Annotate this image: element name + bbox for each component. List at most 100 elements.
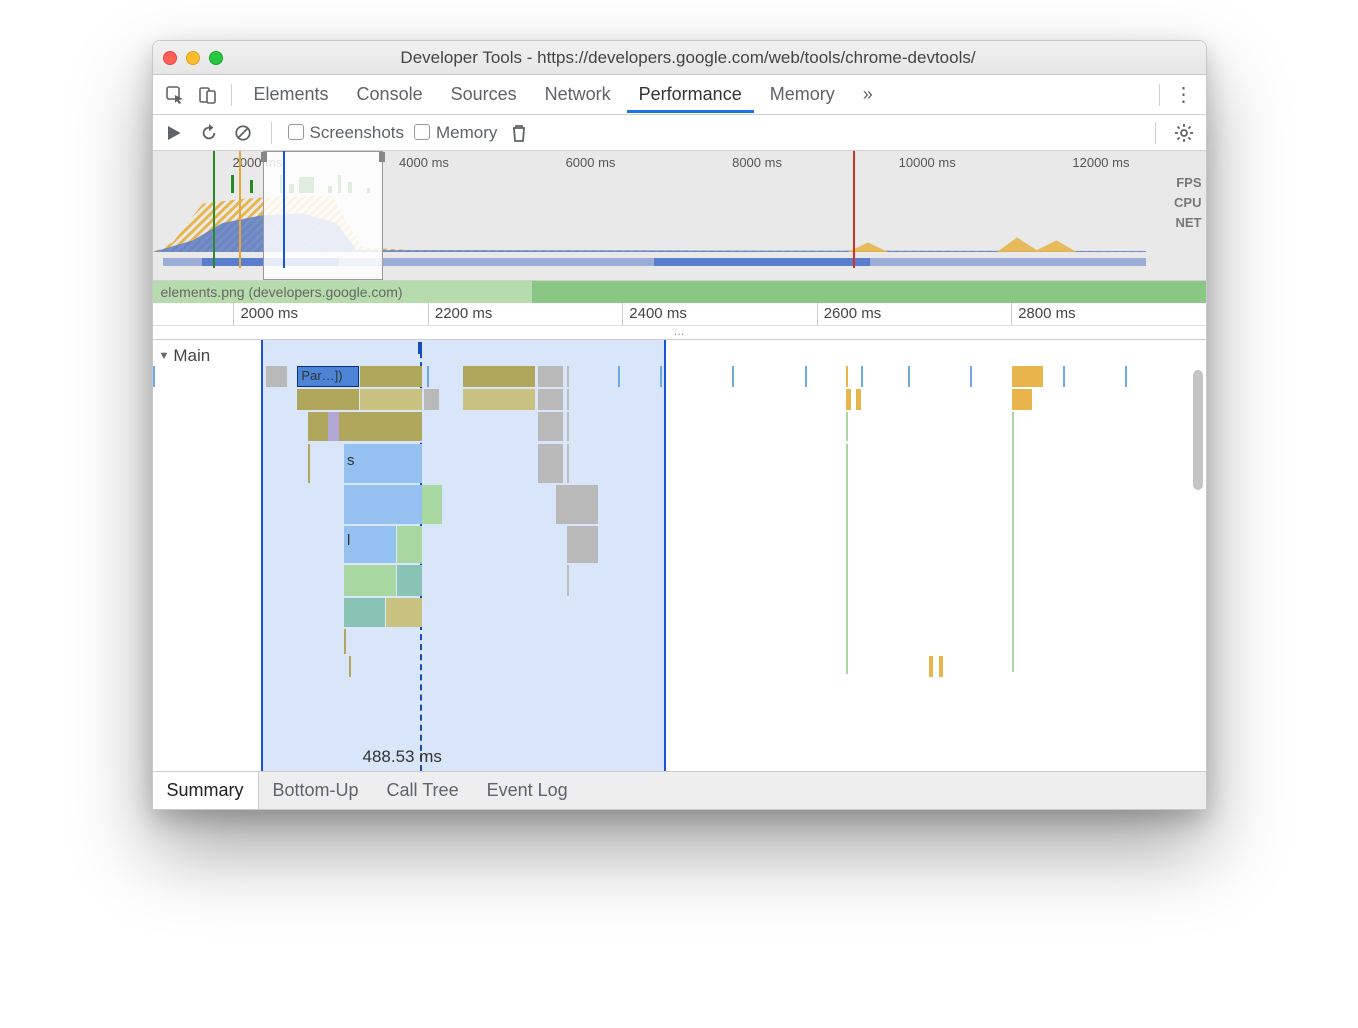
flame-frame[interactable] <box>349 656 421 677</box>
flame-frame[interactable] <box>344 598 385 627</box>
main-thread-label[interactable]: Main <box>159 346 211 366</box>
flame-task[interactable] <box>153 366 257 387</box>
flame-frame[interactable] <box>344 565 396 596</box>
flame-frame[interactable] <box>386 598 421 627</box>
flame-frame[interactable] <box>567 526 598 563</box>
screenshots-checkbox[interactable]: Screenshots <box>288 123 405 143</box>
flame-scrollbar[interactable] <box>1193 370 1203 490</box>
flame-frame[interactable] <box>556 485 597 524</box>
flame-task[interactable] <box>1012 366 1043 387</box>
flame-frame[interactable] <box>308 412 329 441</box>
overview-load-marker <box>853 151 855 268</box>
flame-frame[interactable] <box>297 389 359 410</box>
flame-task[interactable] <box>1125 366 1166 387</box>
close-window-button[interactable] <box>163 51 177 65</box>
overview-tick: 6000 ms <box>566 155 616 170</box>
flame-frame[interactable] <box>463 389 535 410</box>
flame-task[interactable] <box>908 366 939 387</box>
overview-tick: 4000 ms <box>399 155 449 170</box>
track-label-fps: FPS <box>1174 173 1201 193</box>
flame-frame[interactable] <box>567 389 608 410</box>
ruler-tick: 2400 ms <box>622 303 816 325</box>
flame-frame[interactable] <box>397 565 422 596</box>
reload-record-icon[interactable] <box>197 121 221 145</box>
tab-overflow[interactable]: » <box>851 76 885 113</box>
flame-task[interactable] <box>805 366 836 387</box>
flame-frame[interactable] <box>538 412 564 441</box>
flame-frame-l[interactable]: l <box>344 526 396 563</box>
details-tab-bottom-up[interactable]: Bottom-Up <box>259 772 373 809</box>
flame-frame[interactable] <box>846 412 862 441</box>
details-tab-call-tree[interactable]: Call Tree <box>373 772 473 809</box>
flame-task[interactable] <box>427 366 458 387</box>
flame-frame[interactable] <box>846 389 851 410</box>
flame-frame[interactable] <box>344 629 422 654</box>
flame-frame[interactable] <box>360 389 422 410</box>
flame-task[interactable] <box>567 366 608 387</box>
flame-frame[interactable] <box>567 412 608 441</box>
flame-frame[interactable] <box>424 389 440 410</box>
flame-frame[interactable] <box>328 412 338 441</box>
overview-selection[interactable] <box>263 151 383 280</box>
flame-frame[interactable] <box>397 526 422 563</box>
separator <box>1155 122 1156 144</box>
window-title: Developer Tools - https://developers.goo… <box>181 48 1196 68</box>
overview-dcl-marker <box>239 151 241 268</box>
flame-frame[interactable] <box>929 656 933 677</box>
ruler-tick: 2200 ms <box>428 303 622 325</box>
flame-task[interactable] <box>538 366 564 387</box>
flame-frame[interactable] <box>1012 389 1033 410</box>
garbage-collect-icon[interactable] <box>507 121 531 145</box>
details-tab-summary[interactable]: Summary <box>153 772 259 809</box>
tab-network[interactable]: Network <box>533 76 623 113</box>
toggle-device-toolbar-icon[interactable] <box>193 81 221 109</box>
inspect-element-icon[interactable] <box>161 81 189 109</box>
memory-checkbox[interactable]: Memory <box>414 123 497 143</box>
details-tab-event-log[interactable]: Event Log <box>473 772 582 809</box>
flame-frame[interactable] <box>567 565 598 596</box>
network-resource-strip[interactable]: elements.png (developers.google.com) <box>153 281 1206 303</box>
flame-task[interactable] <box>660 366 712 387</box>
overview-timeline[interactable]: 2000 ms 4000 ms 6000 ms 8000 ms 10000 ms… <box>153 151 1206 281</box>
flame-task[interactable] <box>1063 366 1104 387</box>
flame-frame[interactable] <box>344 485 422 524</box>
flame-task[interactable] <box>463 366 535 387</box>
flame-frame[interactable] <box>422 485 443 524</box>
flame-frame-s[interactable]: s <box>344 444 422 483</box>
flame-frame[interactable] <box>567 444 608 483</box>
screenshots-label: Screenshots <box>310 123 405 142</box>
tab-sources[interactable]: Sources <box>439 76 529 113</box>
tab-elements[interactable]: Elements <box>242 76 341 113</box>
flame-frame[interactable] <box>856 389 861 410</box>
flame-frame[interactable] <box>538 444 564 483</box>
overview-fcp-marker <box>213 151 215 268</box>
panel-tabbar: Elements Console Sources Network Perform… <box>153 75 1206 115</box>
tab-memory[interactable]: Memory <box>758 76 847 113</box>
tab-console[interactable]: Console <box>345 76 435 113</box>
record-button-icon[interactable] <box>163 121 187 145</box>
overview-selection-handle-left[interactable] <box>261 152 267 162</box>
flame-task[interactable] <box>970 366 1001 387</box>
flame-task[interactable] <box>846 366 856 387</box>
tab-performance[interactable]: Performance <box>627 76 754 113</box>
flame-frame[interactable] <box>939 656 943 677</box>
more-options-icon[interactable]: ⋮ <box>1170 81 1198 109</box>
collapsed-tracks-ellipsis[interactable]: … <box>153 325 1206 339</box>
flame-task[interactable] <box>360 366 422 387</box>
window-titlebar: Developer Tools - https://developers.goo… <box>153 41 1206 75</box>
overview-selection-handle-right[interactable] <box>379 152 385 162</box>
flame-frame[interactable] <box>538 389 564 410</box>
flame-task[interactable] <box>861 366 892 387</box>
flame-chart[interactable]: Main 488.53 ms Par…]) <box>153 340 1206 771</box>
flame-frame[interactable] <box>339 412 422 441</box>
flame-frame[interactable] <box>308 444 339 483</box>
details-tabbar: Summary Bottom-Up Call Tree Event Log <box>153 771 1206 809</box>
capture-settings-gear-icon[interactable] <box>1172 121 1196 145</box>
clear-icon[interactable] <box>231 121 255 145</box>
flame-task[interactable] <box>732 366 784 387</box>
overview-track-labels: FPS CPU NET <box>1174 173 1201 233</box>
flame-task[interactable] <box>618 366 649 387</box>
flame-task-selected[interactable]: Par…]) <box>297 366 359 387</box>
time-ruler[interactable]: 2000 ms 2200 ms 2400 ms 2600 ms 2800 ms <box>153 303 1206 325</box>
flame-task[interactable] <box>266 366 287 387</box>
